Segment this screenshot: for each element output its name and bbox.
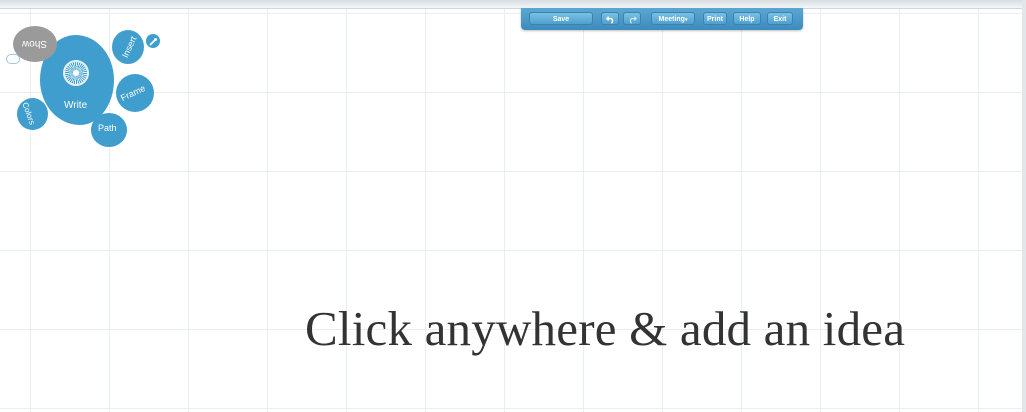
side-handle-icon[interactable] [6, 54, 20, 64]
save-button[interactable]: Save [529, 12, 593, 25]
colors-label: Colors [20, 101, 37, 126]
undo-icon [605, 16, 613, 24]
zebra-center [73, 70, 79, 76]
path-bubble[interactable]: Path [91, 113, 127, 147]
write-label: Write [64, 100, 88, 111]
frame-label: Frame [119, 82, 147, 104]
window-top-edge [0, 0, 1026, 9]
print-button[interactable]: Print [703, 12, 727, 25]
dropdown-arrow-icon: ▾ [684, 17, 688, 23]
wrench-button[interactable] [146, 34, 160, 48]
show-label: Show [22, 38, 48, 49]
meeting-button[interactable]: Meeting▾ [651, 12, 695, 25]
top-toolbar: Save Meeting▾ Print Help Exit [521, 8, 803, 30]
canvas-hint-text: Click anywhere & add an idea [305, 301, 906, 356]
exit-button[interactable]: Exit [767, 12, 793, 25]
undo-button[interactable] [601, 12, 619, 25]
help-button[interactable]: Help [733, 12, 761, 25]
colors-bubble[interactable]: Colors [17, 98, 48, 130]
redo-icon [629, 16, 637, 24]
redo-button[interactable] [623, 12, 641, 25]
frame-bubble[interactable]: Frame [116, 74, 154, 112]
insert-bubble[interactable]: Insert [112, 30, 144, 64]
insert-label: Insert [119, 34, 139, 60]
wrench-icon [149, 38, 157, 46]
meeting-label: Meeting [658, 16, 685, 23]
window-right-edge [1022, 0, 1026, 412]
transformation-zebra-icon[interactable] [63, 60, 89, 86]
path-label: Path [98, 123, 117, 133]
